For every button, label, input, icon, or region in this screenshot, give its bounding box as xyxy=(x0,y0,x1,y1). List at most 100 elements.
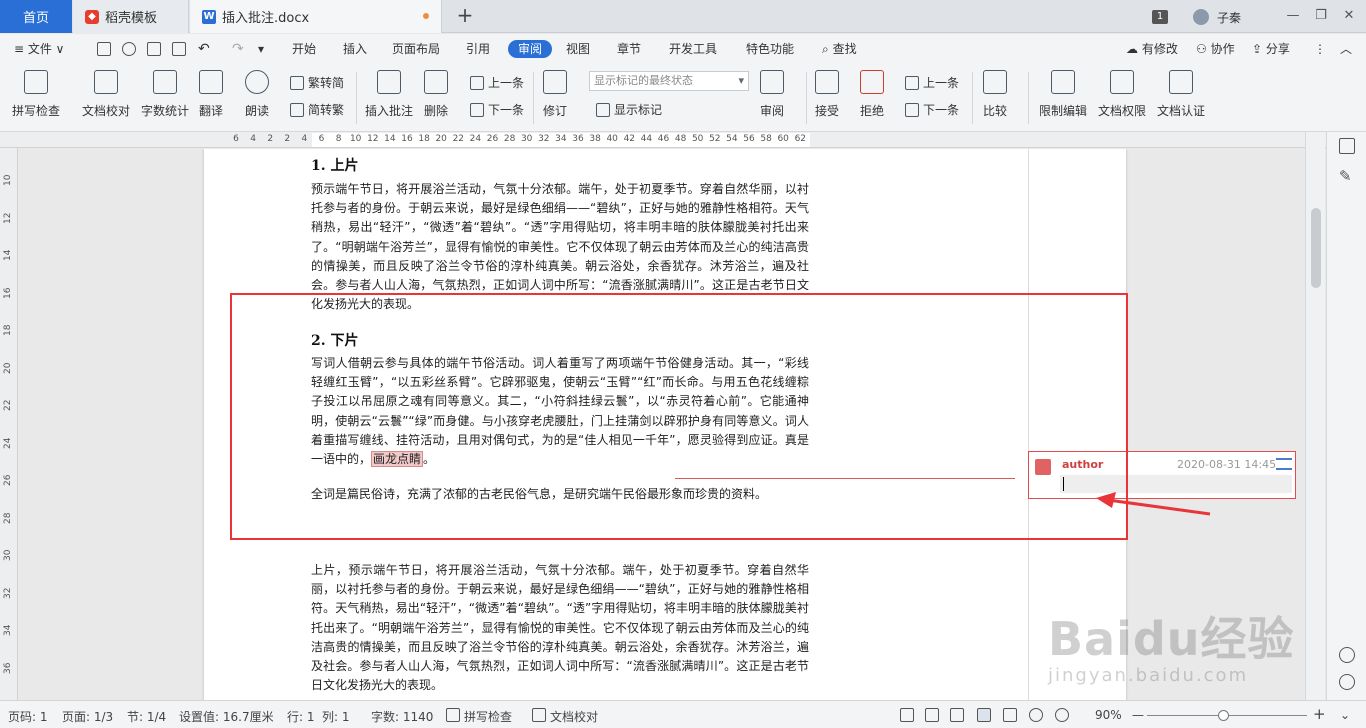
pen-icon[interactable]: ✎ xyxy=(1339,168,1355,184)
minimize-button[interactable]: — xyxy=(1283,6,1303,26)
menu-view[interactable]: 视图 xyxy=(566,40,590,58)
compare-button[interactable]: 比较 xyxy=(983,70,1007,119)
tab-document[interactable]: W 插入批注.docx xyxy=(190,0,442,33)
collapse-ribbon-icon[interactable]: ︿ xyxy=(1340,40,1352,58)
format-painter-icon[interactable] xyxy=(122,42,136,56)
menu-chapter[interactable]: 章节 xyxy=(617,40,641,58)
close-button[interactable]: ✕ xyxy=(1339,6,1359,26)
next-page-icon[interactable] xyxy=(1339,674,1355,690)
ruler-tick-label: 14 xyxy=(384,134,396,144)
doc-permission-button[interactable]: 文档权限 xyxy=(1098,70,1146,119)
edit-mode-icon[interactable] xyxy=(950,708,964,722)
delete-comment-button[interactable]: 删除 xyxy=(424,70,448,119)
new-tab-button[interactable]: + xyxy=(455,5,475,27)
collaborate-button[interactable]: ⚇ 协作 xyxy=(1196,40,1235,58)
status-page-no[interactable]: 页码: 1 xyxy=(8,708,48,725)
tab-docer-template[interactable]: ◆ 稻壳模板 xyxy=(73,0,189,33)
user-avatar[interactable] xyxy=(1193,9,1209,25)
spellcheck-button[interactable]: 拼写检查 xyxy=(12,70,60,119)
status-row[interactable]: 行: 1 xyxy=(287,708,315,725)
status-spellcheck[interactable]: 拼写检查 xyxy=(464,708,512,725)
show-markup-button[interactable]: 显示标记 xyxy=(596,101,662,118)
file-menu[interactable]: ≡ 文件 ∨ xyxy=(14,40,64,58)
vertical-scrollbar[interactable] xyxy=(1305,132,1325,700)
restrict-edit-button[interactable]: 限制编辑 xyxy=(1039,70,1087,119)
user-name[interactable]: 子秦 xyxy=(1217,9,1241,26)
quick-access-more-icon[interactable]: ▾ xyxy=(258,40,264,58)
outline-view-icon[interactable] xyxy=(1003,708,1017,722)
paragraph-3[interactable]: 全词是篇民俗诗，充满了浓郁的古老民俗气息，是研究端午民俗最形象而珍贵的资料。 xyxy=(311,485,809,504)
prev-comment-button[interactable]: 上一条 xyxy=(470,74,524,91)
insert-comment-button[interactable]: 插入批注 xyxy=(365,70,413,119)
paragraph-4[interactable]: 上片，预示端午节日，将开展浴兰活动，气氛十分浓郁。端午，处于初夏季节。穿着自然华… xyxy=(311,561,809,695)
save-icon[interactable] xyxy=(97,42,111,56)
reject-button[interactable]: 拒绝 xyxy=(860,70,884,119)
translate-button[interactable]: 翻译 xyxy=(199,70,223,119)
comment-input[interactable] xyxy=(1060,475,1292,493)
menu-start[interactable]: 开始 xyxy=(292,40,316,58)
undo-icon[interactable]: ↶ xyxy=(198,40,210,58)
zoom-in-button[interactable]: + xyxy=(1313,705,1326,723)
track-changes-button[interactable]: 修订 xyxy=(543,70,567,119)
document-canvas[interactable]: 1. 上片 预示端午节日，将开展浴兰活动，气氛十分浓郁。端午，处于初夏季节。穿着… xyxy=(19,149,1305,700)
wordcount-label: 字数统计 xyxy=(141,104,190,118)
review-pane-button[interactable]: 审阅 xyxy=(760,70,784,119)
fullscreen-icon[interactable] xyxy=(900,708,914,722)
next-comment-button[interactable]: 下一条 xyxy=(470,101,524,118)
redo-icon[interactable]: ↷ xyxy=(232,40,244,58)
vertical-ruler-tick-label: 24 xyxy=(3,437,13,449)
share-button[interactable]: ⇪ 分享 xyxy=(1252,40,1290,58)
doc-certify-button[interactable]: 文档认证 xyxy=(1157,70,1205,119)
menu-developer[interactable]: 开发工具 xyxy=(669,40,717,58)
prev-page-icon[interactable] xyxy=(1339,647,1355,663)
status-word-count[interactable]: 字数: 1140 xyxy=(371,708,433,725)
page-view-icon[interactable] xyxy=(977,708,991,722)
menu-reference[interactable]: 引用 xyxy=(466,40,490,58)
status-section[interactable]: 节: 1/4 xyxy=(127,708,166,725)
trad-to-simp-button[interactable]: 繁转简 xyxy=(290,74,344,91)
vertical-ruler[interactable]: 10 12 14 16 18 20 22 24 26 28 30 32 34 36 xyxy=(0,148,18,700)
vertical-ruler-tick-label: 20 xyxy=(3,362,13,374)
paragraph-1[interactable]: 预示端午节日，将开展浴兰活动，气氛十分浓郁。端午，处于初夏季节。穿着自然华丽，以… xyxy=(311,180,809,314)
comment-menu-icon[interactable] xyxy=(1276,458,1292,470)
prev-change-button[interactable]: 上一条 xyxy=(905,74,959,91)
menu-review[interactable]: 审阅 xyxy=(508,40,553,58)
menu-layout[interactable]: 页面布局 xyxy=(392,40,440,58)
read-mode-icon[interactable] xyxy=(925,708,939,722)
menu-features[interactable]: 特色功能 xyxy=(746,40,794,58)
accept-button[interactable]: 接受 xyxy=(815,70,839,119)
status-proofread[interactable]: 文档校对 xyxy=(550,708,598,725)
restore-button[interactable]: ❐ xyxy=(1311,6,1331,26)
next-change-button[interactable]: 下一条 xyxy=(905,101,959,118)
eye-protect-icon[interactable] xyxy=(1055,708,1069,722)
print-icon[interactable] xyxy=(147,42,161,56)
status-setting[interactable]: 设置值: 16.7厘米 xyxy=(179,708,274,725)
status-col[interactable]: 列: 1 xyxy=(322,708,350,725)
zoom-slider-thumb[interactable] xyxy=(1218,710,1229,721)
zoom-level[interactable]: 90% xyxy=(1095,708,1122,722)
status-more-icon[interactable]: ⌄ xyxy=(1340,708,1350,722)
window-count-badge[interactable]: 1 xyxy=(1152,10,1168,24)
simp-to-trad-button[interactable]: 简转繁 xyxy=(290,101,344,118)
panel-toggle-icon[interactable] xyxy=(1339,138,1355,154)
proofread-button[interactable]: 文档校对 xyxy=(82,70,130,119)
scroll-thumb[interactable] xyxy=(1311,208,1321,288)
read-aloud-button[interactable]: 朗读 xyxy=(245,70,269,119)
zoom-out-button[interactable]: — xyxy=(1132,708,1144,722)
wordcount-button[interactable]: 字数统计 xyxy=(141,70,189,119)
menu-insert[interactable]: 插入 xyxy=(343,40,367,58)
more-menu-icon[interactable]: ⋮ xyxy=(1314,40,1326,58)
paragraph-2[interactable]: 写词人借朝云参与具体的端午节俗活动。词人着重写了两项端午节俗健身活动。其一，“彩… xyxy=(311,354,809,469)
markup-state-select[interactable]: 显示标记的最终状态 xyxy=(589,71,749,91)
tab-home[interactable]: 首页 xyxy=(0,0,72,33)
commented-text[interactable]: 画龙点睛 xyxy=(371,451,424,468)
search-button[interactable]: ⌕ 查找 xyxy=(822,40,857,58)
changes-button[interactable]: ☁ 有修改 xyxy=(1126,40,1178,58)
paragraph-2-end: 。 xyxy=(423,452,436,467)
ruler-tick-label: 24 xyxy=(469,134,482,144)
web-view-icon[interactable] xyxy=(1029,708,1043,722)
document-page[interactable]: 1. 上片 预示端午节日，将开展浴兰活动，气氛十分浓郁。端午，处于初夏季节。穿着… xyxy=(204,149,1296,700)
print-preview-icon[interactable] xyxy=(172,42,186,56)
horizontal-ruler[interactable]: 6 4 2 2 4 6 8 10 12 14 16 18 20 22 24 26 28 30 32 34 36 38 40 4… xyxy=(0,132,1366,148)
status-page[interactable]: 页面: 1/3 xyxy=(62,708,113,725)
